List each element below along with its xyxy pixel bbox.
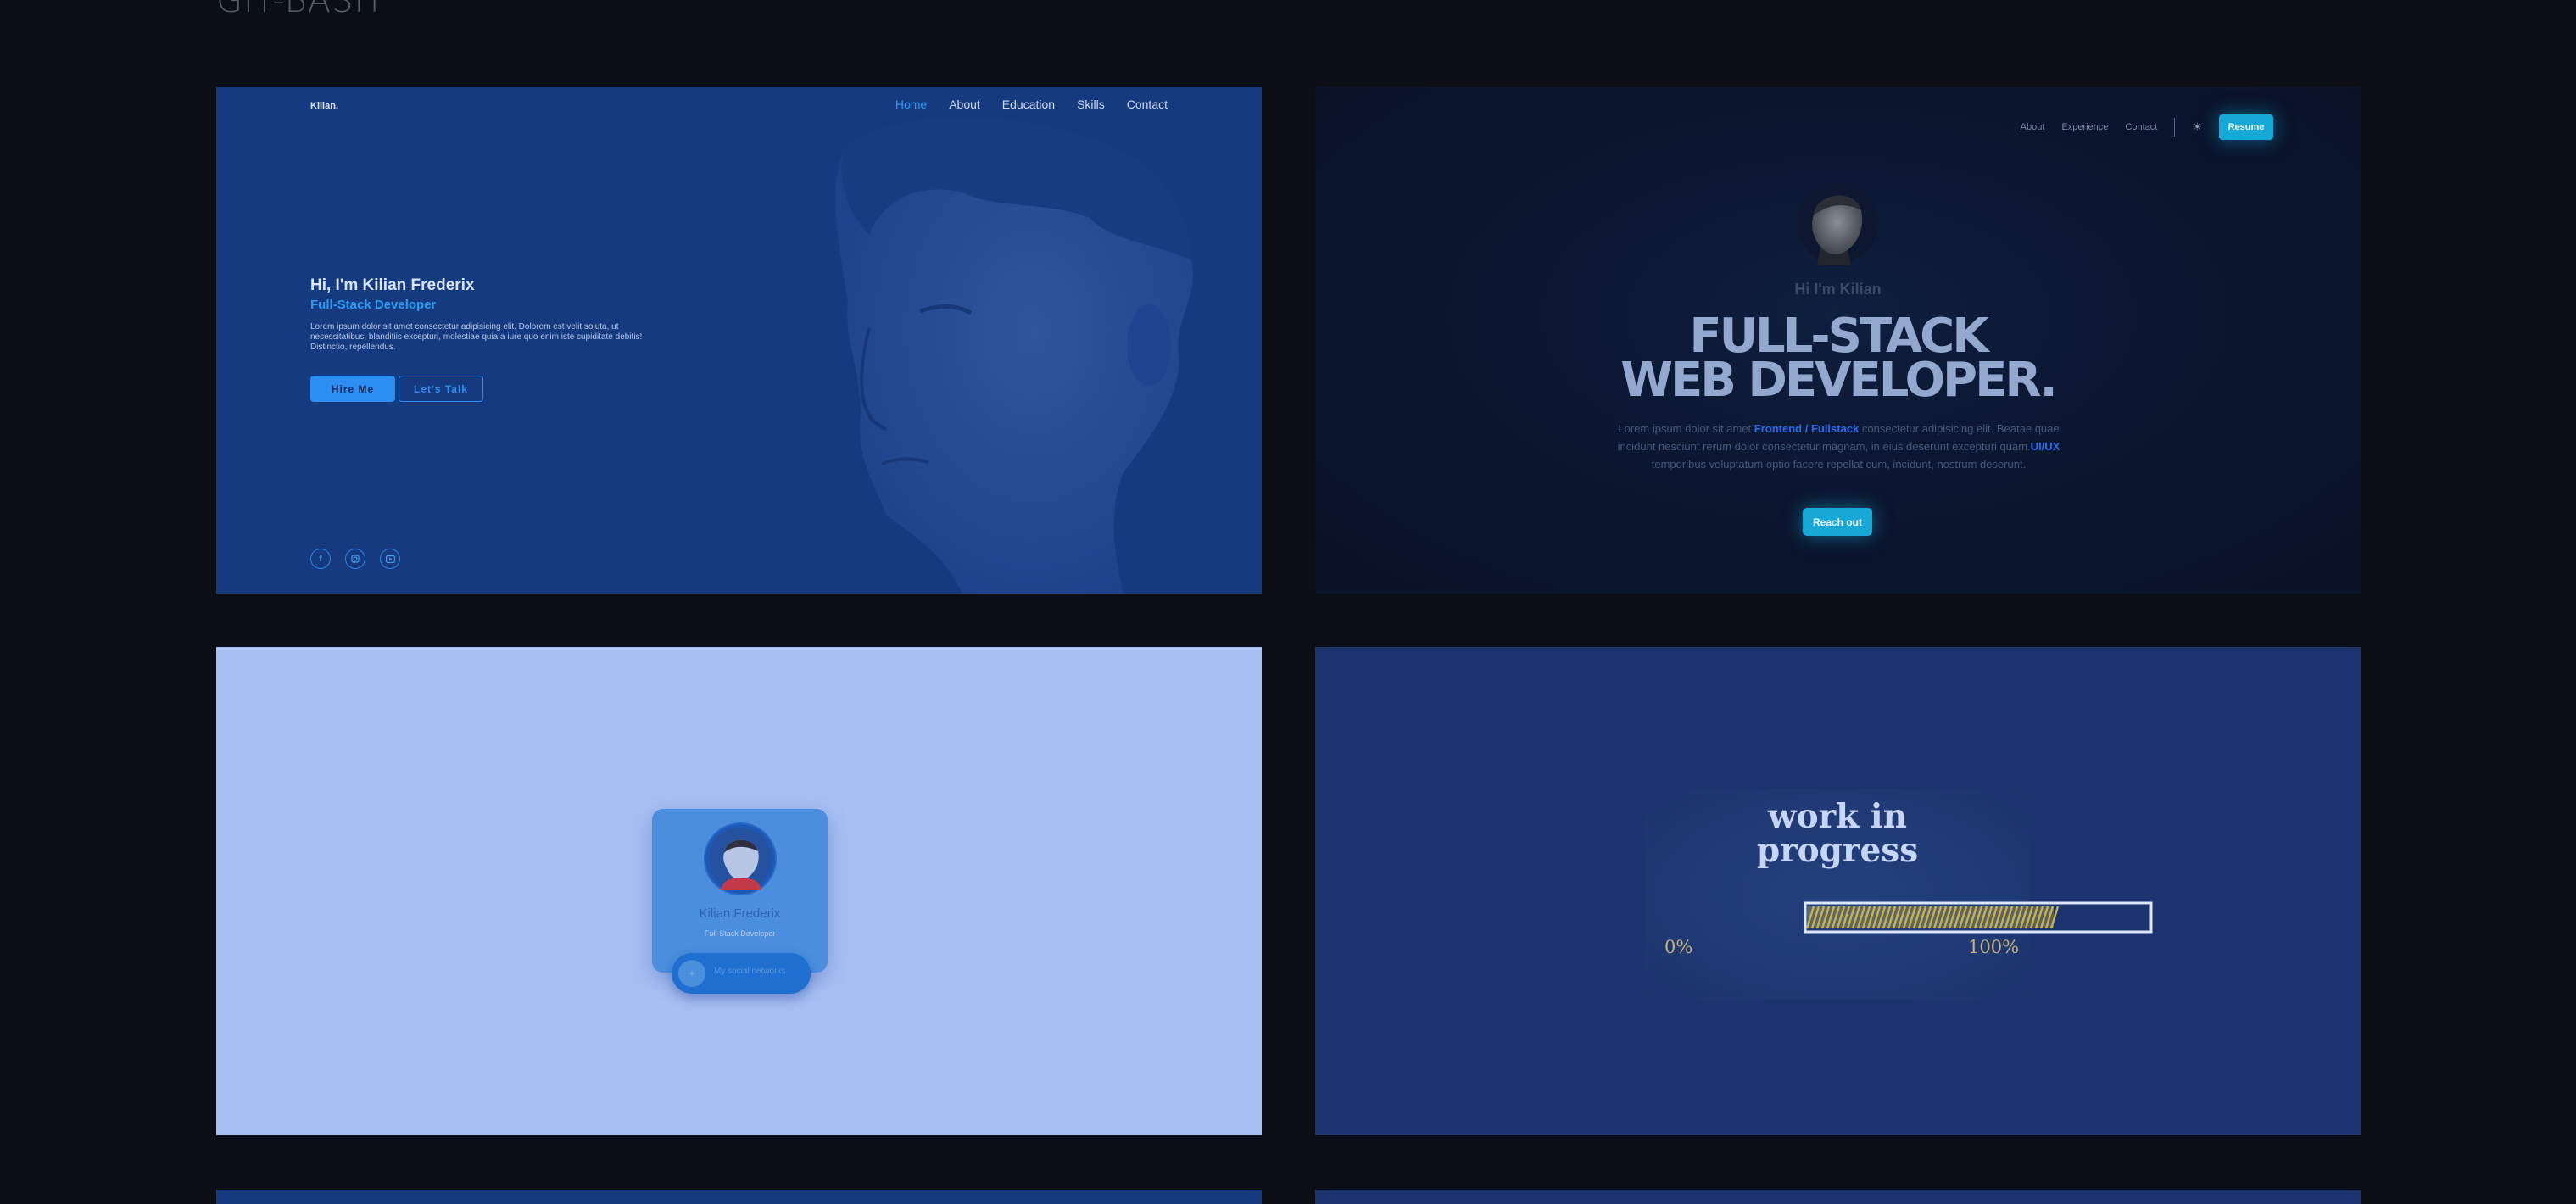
project-card-portfolio-blue[interactable]: Kilian. Home About Education Skills Cont…	[216, 87, 1262, 594]
wip-title: work in progress	[1646, 800, 2029, 867]
youtube-icon[interactable]	[380, 549, 400, 569]
nav-menu: About Experience Contact ☀ Resume	[2021, 114, 2273, 140]
project-card-work-in-progress[interactable]: work in progress 0% 100%	[1315, 647, 2361, 1135]
nav-divider	[2174, 118, 2176, 137]
nav-link-experience[interactable]: Experience	[2061, 122, 2108, 132]
hero-title: Hi, I'm Kilian Frederix	[310, 276, 475, 294]
highlight-frontend: Frontend / Fullstack	[1754, 422, 1860, 435]
chalkboard-illustration: work in progress	[1646, 789, 2029, 1000]
profile-role: Full-Stack Developer	[704, 929, 776, 938]
page-heading: GIT-BASH	[216, 0, 381, 20]
headline: FULL-STACK WEB DEVELOPER.	[1315, 313, 2361, 404]
profile-avatar	[704, 822, 777, 895]
social-networks-label: My social networks	[714, 967, 786, 976]
progress-bar	[1804, 901, 2153, 934]
nav-link-skills[interactable]: Skills	[1077, 98, 1105, 111]
plus-icon[interactable]: +	[678, 960, 705, 987]
intro-paragraph: Lorem ipsum dolor sit amet Frontend / Fu…	[1617, 422, 2060, 471]
project-card-partial-right[interactable]	[1315, 1190, 2361, 1204]
reach-out-button[interactable]: Reach out	[1803, 508, 1872, 536]
social-links: f	[310, 549, 400, 569]
progress-max-label: 100%	[1968, 937, 2020, 957]
headline-line-2: WEB DEVELOPER.	[1620, 353, 2058, 408]
project-card-portfolio-dark[interactable]: About Experience Contact ☀ Resume Hi I'm…	[1315, 87, 2361, 594]
portrait-silhouette-image	[835, 117, 1194, 594]
nav-link-about[interactable]: About	[2021, 122, 2045, 132]
brand-logo[interactable]: Kilian.	[310, 101, 338, 111]
highlight-uiux: UI/UX	[2030, 440, 2060, 453]
nav-link-contact[interactable]: Contact	[2125, 122, 2157, 132]
nav-link-about[interactable]: About	[949, 98, 980, 111]
profile-photo	[1797, 182, 1878, 265]
facebook-icon[interactable]: f	[310, 549, 331, 569]
resume-button[interactable]: Resume	[2219, 114, 2273, 140]
hero-description: Lorem ipsum dolor sit amet consectetur a…	[310, 322, 643, 352]
theme-toggle-icon[interactable]: ☀	[2192, 120, 2202, 134]
nav-link-home[interactable]: Home	[895, 98, 927, 111]
hero-subtitle: Full-Stack Developer	[310, 298, 437, 312]
nav-link-contact[interactable]: Contact	[1127, 98, 1168, 111]
lets-talk-button[interactable]: Let's Talk	[399, 376, 483, 402]
hero-section: Hi, I'm Kilian Frederix Full-Stack Devel…	[310, 276, 658, 402]
progress-min-label: 0%	[1664, 937, 1693, 957]
project-card-partial-left[interactable]	[216, 1190, 1262, 1204]
profile-name: Kilian Frederix	[699, 906, 781, 921]
nav-link-education[interactable]: Education	[1002, 98, 1055, 111]
hire-me-button[interactable]: Hire Me	[310, 376, 395, 402]
greeting-text: Hi I'm Kilian	[1794, 281, 1882, 298]
social-networks-toggle[interactable]: + My social networks	[672, 953, 811, 994]
project-card-profile[interactable]: Kilian Frederix Full-Stack Developer + M…	[216, 647, 1262, 1135]
nav-menu: Home About Education Skills Contact	[895, 98, 1168, 111]
instagram-icon[interactable]	[345, 549, 365, 569]
wip-title-line-2: progress	[1756, 831, 1919, 870]
profile-card: Kilian Frederix Full-Stack Developer	[652, 809, 828, 973]
progress-fill	[1805, 906, 2060, 929]
